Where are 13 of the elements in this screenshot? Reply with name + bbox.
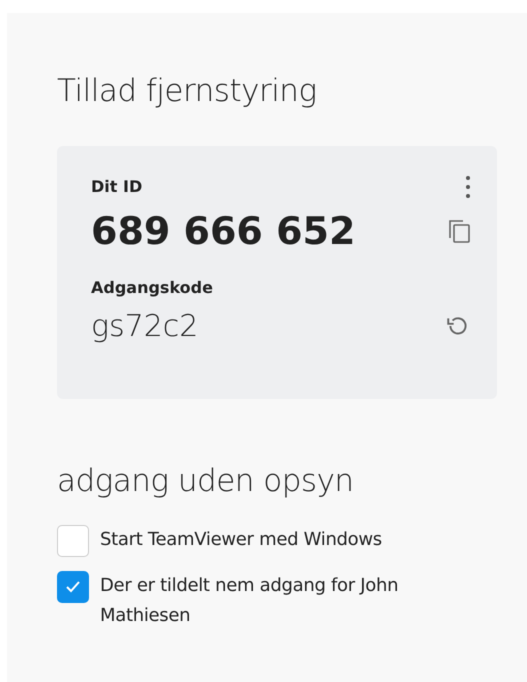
section-title: Tillad fjernstyring bbox=[57, 72, 318, 111]
checkbox[interactable] bbox=[57, 525, 89, 557]
checkmark-icon bbox=[66, 581, 80, 593]
section-title: adgang uden opsyn bbox=[57, 462, 355, 501]
more-options-icon[interactable] bbox=[465, 175, 471, 199]
id-value: 689 666 652 bbox=[91, 212, 356, 250]
checkbox-label: Der er tildelt nem adgang for John Mathiesen bbox=[100, 574, 400, 628]
password-label: Adgangskode bbox=[91, 277, 213, 299]
password-value: gs72c2 bbox=[91, 308, 198, 346]
checkbox[interactable] bbox=[57, 571, 89, 603]
checkbox-label: Start TeamViewer med Windows bbox=[100, 528, 383, 552]
id-label: Dit ID bbox=[91, 176, 142, 198]
copy-icon[interactable] bbox=[447, 218, 471, 244]
